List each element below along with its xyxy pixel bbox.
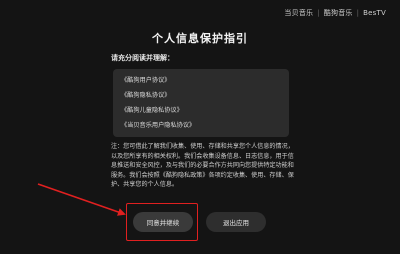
brand-bar: 当贝音乐 | 酷狗音乐 | BesTV xyxy=(284,8,386,18)
dialog-title: 个人信息保护指引 xyxy=(152,32,248,45)
dangbei-music-logo: 当贝音乐 xyxy=(284,9,314,17)
agreement-link-dangbei-privacy[interactable]: 《当贝音乐用户隐私协议》 xyxy=(121,118,289,133)
kugou-music-logo: 酷狗音乐 xyxy=(323,9,353,17)
bestv-logo: BesTV xyxy=(363,9,386,17)
agreement-link-privacy[interactable]: 《酷狗隐私协议》 xyxy=(121,88,289,103)
exit-app-button[interactable]: 退出应用 xyxy=(206,212,266,232)
privacy-notice: 注：您可借此了解我们收集、使用、存储和共享您个人信息的情况，以及您所享有的相关权… xyxy=(111,143,294,188)
agreement-link-child-privacy[interactable]: 《酷狗儿童隐私协议》 xyxy=(121,103,289,118)
agreement-link-user[interactable]: 《酷狗用户协议》 xyxy=(121,73,289,88)
agree-continue-button[interactable]: 同意并继续 xyxy=(133,212,193,232)
agreement-list: 《酷狗用户协议》 《酷狗隐私协议》 《酷狗儿童隐私协议》 《当贝音乐用户隐私协议… xyxy=(113,69,289,137)
brand-separator: | xyxy=(356,9,360,17)
privacy-dialog-screen: 当贝音乐 | 酷狗音乐 | BesTV 个人信息保护指引 请充分阅读并理解： 《… xyxy=(0,0,400,254)
brand-separator: | xyxy=(317,9,320,17)
dialog-subtitle: 请充分阅读并理解： xyxy=(111,54,174,62)
